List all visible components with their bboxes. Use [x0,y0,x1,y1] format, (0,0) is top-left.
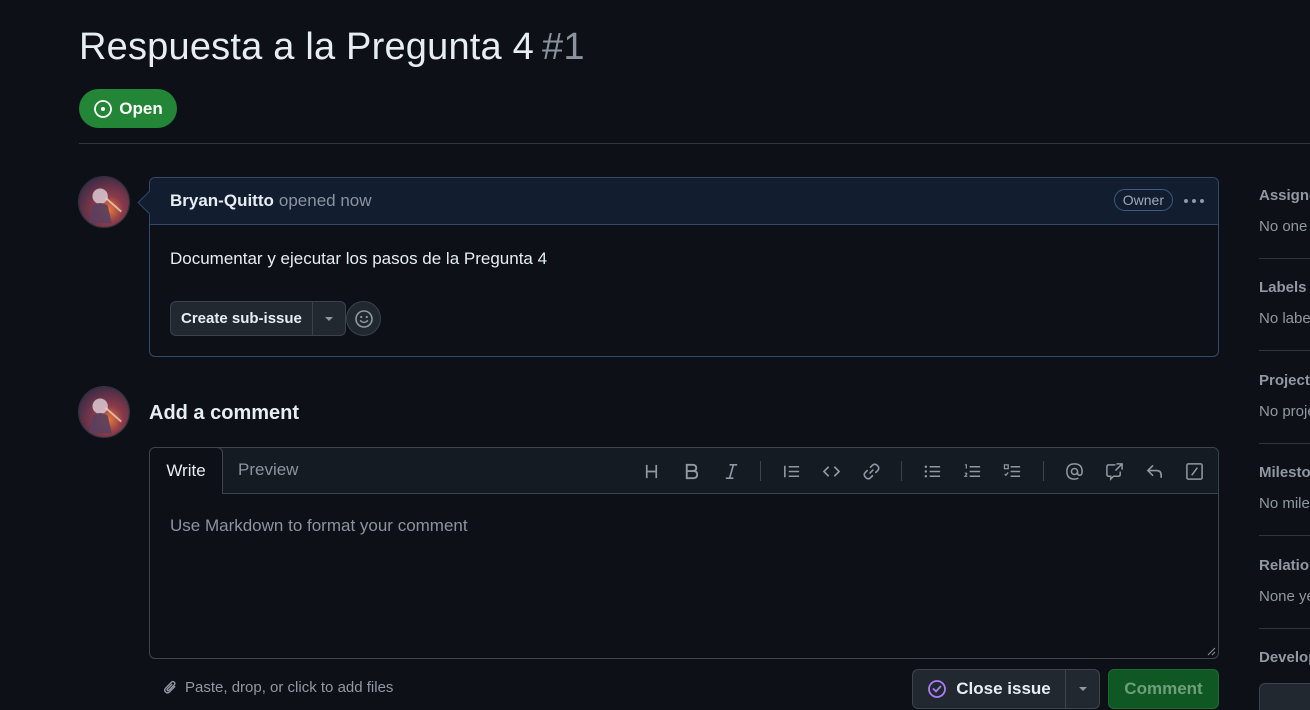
create-subissue-dropdown[interactable] [311,302,345,335]
sidebar-value: None yet [1259,588,1310,605]
sidebar-value: No milestone [1259,495,1310,512]
unordered-list-icon[interactable] [920,459,944,483]
sidebar-divider [1259,258,1310,259]
saved-reply-icon[interactable] [1142,459,1166,483]
quote-icon[interactable] [779,459,803,483]
sidebar-heading: Assignees [1259,187,1310,204]
sidebar-heading: Labels [1259,279,1307,296]
issue-state-label: Open [119,98,163,118]
issue-title: Respuesta a la Pregunta 4 #1 [79,26,585,69]
current-user-avatar[interactable] [78,386,130,438]
author-avatar[interactable] [78,176,130,228]
comment-body: Documentar y ejecutar los pasos de la Pr… [170,249,548,268]
editor-toolbar: Write Preview [149,447,1218,494]
sidebar-value: No labels [1259,310,1310,327]
author-link[interactable]: Bryan-Quitto [170,191,274,211]
close-issue-label: Close issue [956,679,1051,698]
sidebar-heading: Relationships [1259,557,1310,574]
create-subissue-group: Create sub-issue [170,301,346,336]
sidebar-assignees[interactable]: Assignees No one [1259,187,1310,235]
cross-reference-icon[interactable] [1102,459,1126,483]
bold-icon[interactable] [679,459,703,483]
sidebar-divider [1259,443,1310,444]
sidebar-heading: Projects [1259,372,1310,389]
issue-number: #1 [541,26,585,68]
sidebar-labels[interactable]: Labels No labels [1259,279,1310,327]
ordered-list-icon[interactable] [960,459,984,483]
sidebar-milestone[interactable]: Milestone No milestone [1259,464,1310,512]
triangle-down-icon [1078,687,1087,691]
comment-editor: Write Preview [149,447,1219,659]
paperclip-icon [164,680,176,694]
close-issue-dropdown[interactable] [1065,670,1099,708]
issue-sidebar: Assignees No one Labels No labels Projec… [1259,177,1310,710]
sidebar-divider [1259,535,1310,536]
comment-timestamp[interactable]: opened now [279,191,372,211]
issue-state-badge: Open [79,89,177,128]
add-comment-heading: Add a comment [149,402,300,424]
italic-icon[interactable] [719,459,743,483]
sidebar-development[interactable]: Development [1259,649,1310,666]
smiley-icon [354,309,373,328]
toolbar-divider [1043,461,1044,481]
issue-page: Respuesta a la Pregunta 4 #1 Open Bryan-… [0,0,1310,710]
sidebar-value: No projects [1259,403,1310,420]
slash-command-icon[interactable] [1182,459,1206,483]
comment-textarea[interactable] [150,494,1218,658]
tab-write[interactable]: Write [149,447,223,494]
development-button[interactable] [1259,683,1310,710]
sidebar-value: No one [1259,218,1308,235]
tab-preview[interactable]: Preview [238,460,298,480]
sidebar-projects[interactable]: Projects No projects [1259,372,1310,420]
link-icon[interactable] [859,459,883,483]
comment-header: Bryan-Quitto opened now Owner [150,178,1218,225]
add-reaction-button[interactable] [346,301,381,336]
toolbar-divider [760,461,761,481]
triangle-down-icon [324,316,333,321]
comment-submit-button[interactable]: Comment [1108,669,1219,709]
code-icon[interactable] [819,459,843,483]
issue-title-text: Respuesta a la Pregunta 4 [79,26,534,68]
header-divider [79,143,1310,144]
close-issue-group: Close issue [912,669,1100,709]
task-list-icon[interactable] [1000,459,1024,483]
issue-opened-icon [94,99,113,118]
toolbar-divider [901,461,902,481]
resize-grip-icon[interactable] [1207,647,1216,656]
create-subissue-button[interactable]: Create sub-issue [171,302,312,335]
sidebar-divider [1259,628,1310,629]
sidebar-heading: Development [1259,649,1310,666]
kebab-horizontal-icon[interactable] [1182,190,1206,212]
issue-body-comment: Bryan-Quitto opened now Owner Documentar… [149,177,1219,357]
heading-icon[interactable] [639,459,663,483]
owner-badge: Owner [1113,189,1173,211]
close-issue-button[interactable]: Close issue [913,670,1065,708]
sidebar-relationships[interactable]: Relationships None yet [1259,557,1310,605]
mention-icon[interactable] [1062,459,1086,483]
attach-files[interactable]: Paste, drop, or click to add files [162,679,393,696]
issue-closed-icon [928,680,947,698]
sidebar-divider [1259,350,1310,351]
sidebar-heading: Milestone [1259,464,1310,481]
attach-hint-text: Paste, drop, or click to add files [185,679,394,696]
